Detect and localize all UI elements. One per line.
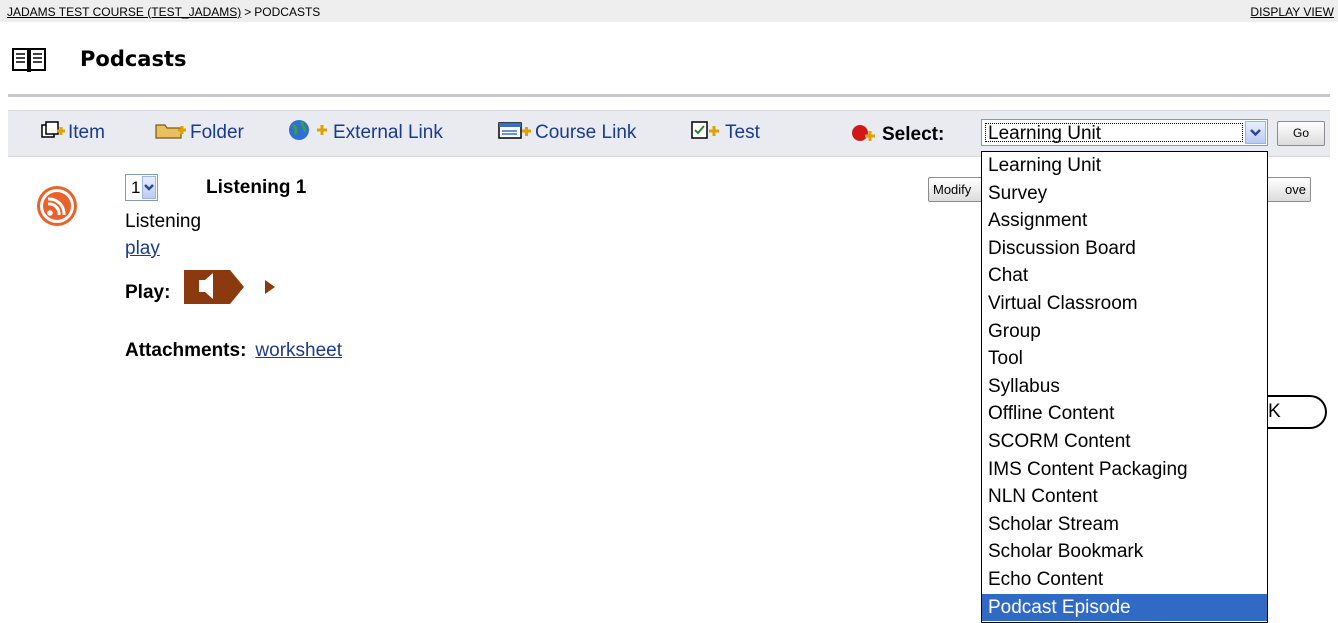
globe-icon <box>287 119 331 147</box>
play-arrow-icon[interactable] <box>263 277 277 302</box>
breadcrumb-separator: > <box>244 5 252 19</box>
breadcrumb-bar: JADAMS TEST COURSE (TEST_JADAMS) > PODCAST… <box>0 0 1338 22</box>
course-link-icon <box>497 120 533 146</box>
dropdown-option[interactable]: Syllabus <box>982 373 1267 401</box>
add-course-link-label: Course Link <box>535 122 637 143</box>
title-divider <box>8 94 1330 97</box>
dropdown-option[interactable]: NLN Content <box>982 483 1267 511</box>
breadcrumb-current: PODCASTS <box>254 5 321 19</box>
play-link[interactable]: play <box>125 238 160 260</box>
order-select[interactable]: 1 <box>125 174 158 201</box>
item-title: Listening 1 <box>206 177 307 198</box>
dropdown-option-highlighted[interactable]: Podcast Episode <box>982 593 1267 622</box>
breadcrumb-course-link[interactable]: JADAMS TEST COURSE (TEST_JADAMS) <box>7 5 241 19</box>
speaker-play-button[interactable] <box>179 268 249 311</box>
order-select-value: 1 <box>131 178 141 197</box>
attachment-link[interactable]: worksheet <box>255 340 342 361</box>
add-external-link-button[interactable]: External Link <box>287 119 443 147</box>
dropdown-option[interactable]: Echo Content <box>982 566 1267 594</box>
add-folder-label: Folder <box>190 122 244 143</box>
add-folder-icon <box>154 120 188 146</box>
add-test-button[interactable]: Test <box>689 120 760 146</box>
play-label: Play: <box>125 281 171 303</box>
attachments-row: Attachments: worksheet <box>125 340 342 362</box>
page-title: Podcasts <box>80 47 187 71</box>
select-label-text: Select: <box>882 124 945 145</box>
content-type-select[interactable]: Learning Unit <box>981 119 1268 146</box>
play-row: Play: <box>125 268 277 311</box>
dropdown-option[interactable]: Offline Content <box>982 400 1267 428</box>
add-test-label: Test <box>725 122 760 143</box>
content-type-dropdown-list: Learning Unit Survey Assignment Discussi… <box>981 151 1268 623</box>
content-type-select-value: Learning Unit <box>985 123 1243 143</box>
action-bar: Item Folder External Link Course Link Te… <box>8 110 1330 157</box>
add-item-button[interactable]: Item <box>40 120 105 146</box>
test-icon <box>689 120 723 146</box>
add-folder-button[interactable]: Folder <box>154 122 244 144</box>
dropdown-option[interactable]: Survey <box>982 180 1267 208</box>
add-external-link-label: External Link <box>333 122 443 143</box>
attachments-label: Attachments: <box>125 340 247 361</box>
breadcrumb: JADAMS TEST COURSE (TEST_JADAMS) > PODCAST… <box>7 5 320 19</box>
dropdown-option[interactable]: Tool <box>982 345 1267 373</box>
dropdown-option[interactable]: IMS Content Packaging <box>982 456 1267 484</box>
add-item-label: Item <box>68 122 105 143</box>
dropdown-option[interactable]: Virtual Classroom <box>982 290 1267 318</box>
display-view-link[interactable]: DISPLAY VIEW <box>1250 5 1334 19</box>
podcast-icon <box>36 185 78 232</box>
dropdown-option[interactable]: Chat <box>982 262 1267 290</box>
dropdown-option[interactable]: Scholar Stream <box>982 511 1267 539</box>
dropdown-option[interactable]: Group <box>982 318 1267 346</box>
select-label: Select: <box>850 122 944 148</box>
book-icon <box>12 47 46 78</box>
dropdown-option[interactable]: Discussion Board <box>982 235 1267 263</box>
dropdown-option[interactable]: SCORM Content <box>982 428 1267 456</box>
dropdown-option[interactable]: Scholar Bookmark <box>982 538 1267 566</box>
add-item-icon <box>40 120 66 146</box>
modify-button[interactable]: Modify <box>928 177 988 202</box>
add-content-icon <box>850 122 878 148</box>
dropdown-option[interactable]: Assignment <box>982 207 1267 235</box>
item-description: Listening <box>125 211 202 232</box>
chevron-down-icon[interactable] <box>142 176 156 199</box>
go-button[interactable]: Go <box>1277 121 1325 146</box>
chevron-down-icon[interactable] <box>1245 121 1266 144</box>
add-course-link-button[interactable]: Course Link <box>497 122 636 144</box>
dropdown-option[interactable]: Learning Unit <box>982 152 1267 180</box>
